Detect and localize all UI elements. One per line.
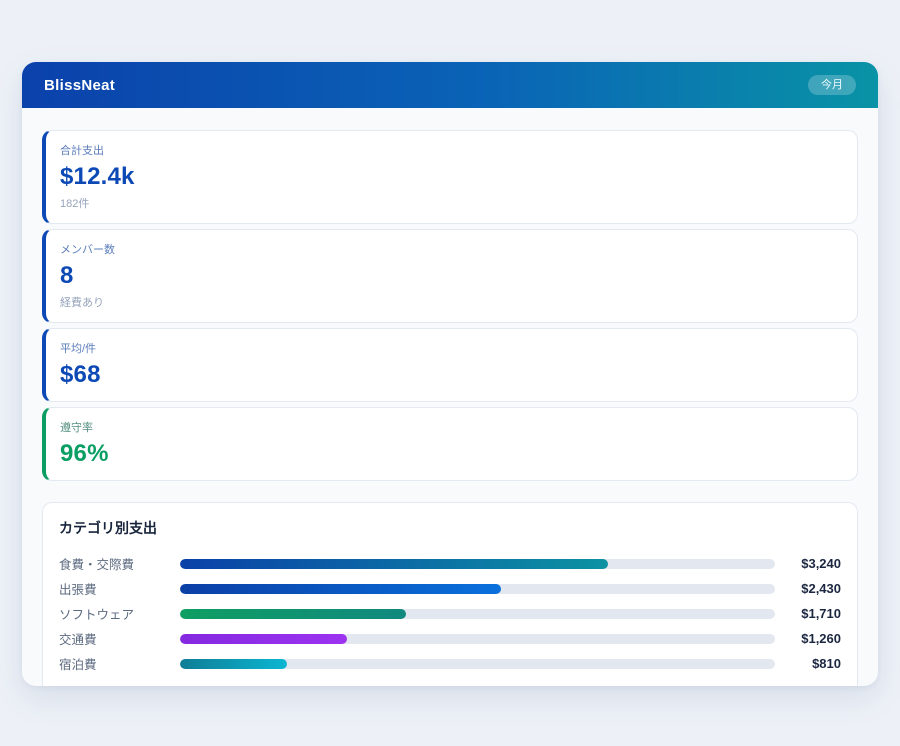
category-label: 食費・交際費 bbox=[59, 554, 180, 573]
stat-card-total-spend: 合計支出 $12.4k 182件 bbox=[42, 130, 858, 224]
category-amount: $810 bbox=[775, 656, 841, 671]
category-bar-fill bbox=[180, 584, 501, 594]
category-label: 出張費 bbox=[59, 579, 180, 598]
stat-label: 合計支出 bbox=[60, 142, 841, 158]
stat-sub: 経費あり bbox=[60, 294, 841, 310]
category-bar-fill bbox=[180, 609, 406, 619]
stat-sub: 182件 bbox=[60, 195, 841, 211]
stat-card-member-count: メンバー数 8 経費あり bbox=[42, 229, 858, 323]
category-card-title: カテゴリ別支出 bbox=[59, 518, 841, 538]
dashboard-panel: BlissNeat 今月 合計支出 $12.4k 182件 メンバー数 8 経費… bbox=[22, 62, 878, 686]
category-bar-fill bbox=[180, 559, 608, 569]
category-bar-fill bbox=[180, 634, 347, 644]
category-bar-track bbox=[180, 584, 775, 594]
panel-body: 合計支出 $12.4k 182件 メンバー数 8 経費あり 平均/件 $68 遵… bbox=[22, 108, 878, 686]
category-bar-fill bbox=[180, 659, 287, 669]
stat-card-compliance-rate: 遵守率 96% bbox=[42, 407, 858, 481]
category-row-business-trip: 出張費 $2,430 bbox=[59, 576, 841, 601]
category-row-transport: 交通費 $1,260 bbox=[59, 626, 841, 651]
stat-label: 平均/件 bbox=[60, 340, 841, 356]
stat-value: $12.4k bbox=[60, 163, 841, 191]
stat-label: 遵守率 bbox=[60, 419, 841, 435]
stat-card-average-per-item: 平均/件 $68 bbox=[42, 328, 858, 402]
category-amount: $1,710 bbox=[775, 606, 841, 621]
category-bar-track bbox=[180, 634, 775, 644]
category-row-lodging: 宿泊費 $810 bbox=[59, 651, 841, 676]
category-bar-track bbox=[180, 659, 775, 669]
category-bar-track bbox=[180, 559, 775, 569]
category-label: 交通費 bbox=[59, 629, 180, 648]
category-amount: $2,430 bbox=[775, 581, 841, 596]
stat-label: メンバー数 bbox=[60, 241, 841, 257]
category-amount: $1,260 bbox=[775, 631, 841, 646]
category-label: 宿泊費 bbox=[59, 654, 180, 673]
app-title: BlissNeat bbox=[44, 77, 115, 94]
category-row-software: ソフトウェア $1,710 bbox=[59, 601, 841, 626]
category-label: ソフトウェア bbox=[59, 604, 180, 623]
category-bar-track bbox=[180, 609, 775, 619]
category-row-food-entertainment: 食費・交際費 $3,240 bbox=[59, 551, 841, 576]
stat-value: 96% bbox=[60, 440, 841, 468]
period-badge[interactable]: 今月 bbox=[808, 75, 856, 95]
category-amount: $3,240 bbox=[775, 556, 841, 571]
stat-value: $68 bbox=[60, 361, 841, 389]
stat-value: 8 bbox=[60, 262, 841, 290]
app-header: BlissNeat 今月 bbox=[22, 62, 878, 108]
category-spend-card: カテゴリ別支出 食費・交際費 $3,240 出張費 $2,430 ソフトウェア bbox=[42, 502, 858, 686]
